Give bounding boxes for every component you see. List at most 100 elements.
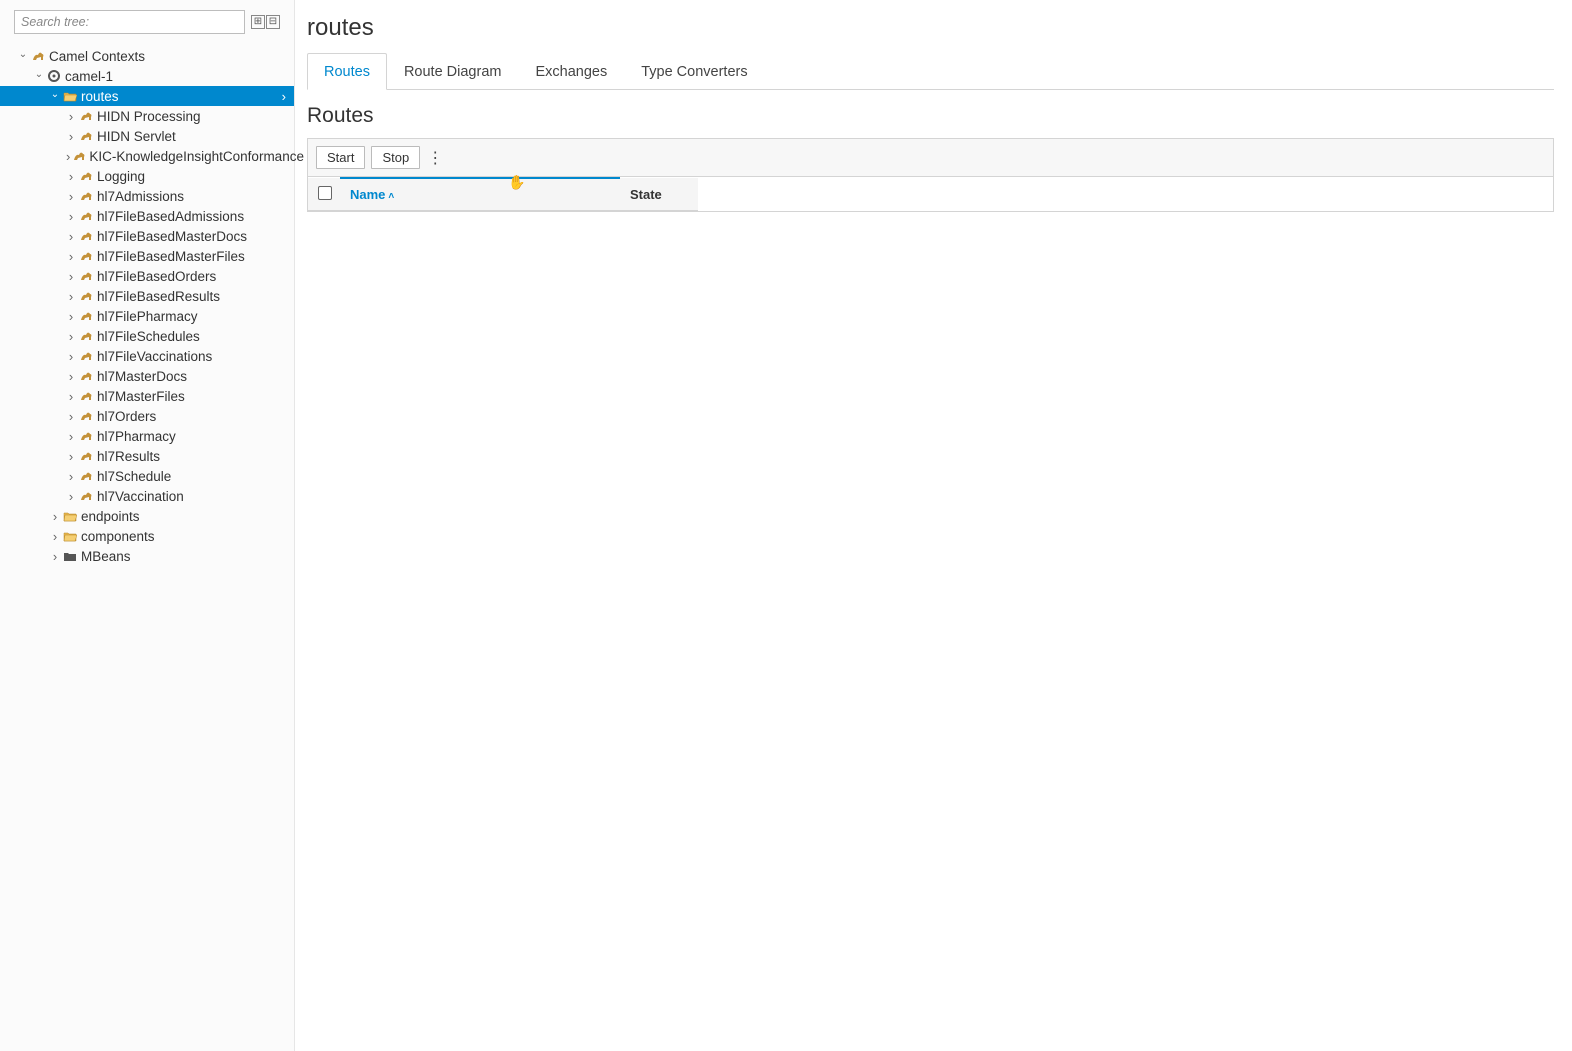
tree-node-route[interactable]: hl7Orders bbox=[0, 406, 294, 426]
tree-label: hl7FileBasedOrders bbox=[97, 269, 216, 284]
caret-icon[interactable] bbox=[66, 489, 76, 504]
tree-node-route[interactable]: hl7FileSchedules bbox=[0, 326, 294, 346]
caret-icon[interactable] bbox=[66, 169, 76, 184]
sidebar: ⊞ ⊟ Camel Contexts camel-1 routes › HIDN… bbox=[0, 0, 295, 1051]
caret-icon[interactable] bbox=[50, 91, 60, 102]
caret-icon[interactable] bbox=[66, 369, 76, 384]
tree-label: Logging bbox=[97, 169, 145, 184]
caret-icon[interactable] bbox=[66, 429, 76, 444]
tree-node-route[interactable]: hl7MasterDocs bbox=[0, 366, 294, 386]
camel-icon bbox=[30, 49, 46, 63]
caret-icon[interactable] bbox=[66, 149, 70, 164]
tree-label: hl7Pharmacy bbox=[97, 429, 176, 444]
folder-open-icon bbox=[62, 529, 78, 543]
tree-node-route[interactable]: hl7FileVaccinations bbox=[0, 346, 294, 366]
tree-label: camel-1 bbox=[65, 69, 113, 84]
tree-label: endpoints bbox=[81, 509, 140, 524]
tree-label: hl7Orders bbox=[97, 409, 156, 424]
tree-label: hl7MasterFiles bbox=[97, 389, 185, 404]
tree-node-route[interactable]: HIDN Servlet bbox=[0, 126, 294, 146]
tree-label: hl7FileVaccinations bbox=[97, 349, 212, 364]
tree-node-route[interactable]: hl7Admissions bbox=[0, 186, 294, 206]
tree-search-input[interactable] bbox=[14, 10, 245, 34]
tree-node-route[interactable]: hl7FileBasedMasterFiles bbox=[0, 246, 294, 266]
camel-icon bbox=[78, 249, 94, 263]
caret-icon[interactable] bbox=[66, 229, 76, 244]
tree-node-route[interactable]: hl7FileBasedResults bbox=[0, 286, 294, 306]
tab[interactable]: Routes bbox=[307, 53, 387, 90]
tree-node-route[interactable]: hl7Pharmacy bbox=[0, 426, 294, 446]
tree-node-route[interactable]: hl7FileBasedMasterDocs bbox=[0, 226, 294, 246]
caret-icon[interactable] bbox=[50, 549, 60, 564]
tree-node-route[interactable]: hl7FileBasedOrders bbox=[0, 266, 294, 286]
caret-icon[interactable] bbox=[18, 51, 28, 62]
camel-icon bbox=[78, 229, 94, 243]
expand-all-icon[interactable]: ⊞ bbox=[251, 15, 265, 29]
tree-node-route[interactable]: hl7MasterFiles bbox=[0, 386, 294, 406]
tabs: RoutesRoute DiagramExchangesType Convert… bbox=[307, 52, 1554, 90]
tree-node-route[interactable]: hl7FilePharmacy bbox=[0, 306, 294, 326]
camel-icon bbox=[78, 129, 94, 143]
caret-icon[interactable] bbox=[66, 189, 76, 204]
cog-icon bbox=[46, 69, 62, 83]
tab[interactable]: Type Converters bbox=[624, 53, 764, 90]
start-button[interactable]: Start bbox=[316, 146, 365, 169]
tree-node-route[interactable]: HIDN Processing bbox=[0, 106, 294, 126]
tree-node-camel-1[interactable]: camel-1 bbox=[0, 66, 294, 86]
tree-label: hl7FileBasedResults bbox=[97, 289, 220, 304]
tree-node-routes[interactable]: routes › bbox=[0, 86, 294, 106]
caret-icon[interactable] bbox=[66, 469, 76, 484]
collapse-all-icon[interactable]: ⊟ bbox=[266, 15, 280, 29]
kebab-menu-icon[interactable]: ⋮ bbox=[426, 149, 444, 167]
caret-icon[interactable] bbox=[66, 109, 76, 124]
tree: Camel Contexts camel-1 routes › HIDN Pro… bbox=[0, 42, 294, 566]
tree-label: hl7Admissions bbox=[97, 189, 184, 204]
tree-node-route[interactable]: hl7FileBasedAdmissions bbox=[0, 206, 294, 226]
tree-node[interactable]: components bbox=[0, 526, 294, 546]
folder-icon bbox=[62, 549, 78, 563]
column-header[interactable]: Name˄ bbox=[340, 178, 620, 211]
camel-icon bbox=[78, 369, 94, 383]
caret-icon[interactable] bbox=[66, 329, 76, 344]
caret-icon[interactable] bbox=[50, 509, 60, 524]
column-header[interactable]: State bbox=[620, 178, 698, 211]
camel-icon bbox=[78, 389, 94, 403]
tab[interactable]: Exchanges bbox=[518, 53, 624, 90]
tree-label: Camel Contexts bbox=[49, 49, 145, 64]
caret-icon[interactable] bbox=[66, 349, 76, 364]
tree-label: HIDN Servlet bbox=[97, 129, 176, 144]
tree-node-route[interactable]: KIC-KnowledgeInsightConformance bbox=[0, 146, 294, 166]
tree-node-camel-contexts[interactable]: Camel Contexts bbox=[0, 46, 294, 66]
main-panel: routes RoutesRoute DiagramExchangesType … bbox=[295, 0, 1572, 1051]
caret-icon[interactable] bbox=[66, 389, 76, 404]
tree-node[interactable]: endpoints bbox=[0, 506, 294, 526]
camel-icon bbox=[78, 349, 94, 363]
caret-icon[interactable] bbox=[66, 209, 76, 224]
caret-icon[interactable] bbox=[66, 269, 76, 284]
caret-icon[interactable] bbox=[50, 529, 60, 544]
tree-node-route[interactable]: Logging bbox=[0, 166, 294, 186]
caret-icon[interactable] bbox=[34, 71, 44, 82]
tree-label: hl7MasterDocs bbox=[97, 369, 187, 384]
table-container: Start Stop ⋮ Name˄State bbox=[307, 138, 1554, 212]
caret-icon[interactable] bbox=[66, 449, 76, 464]
tree-node[interactable]: MBeans bbox=[0, 546, 294, 566]
caret-icon[interactable] bbox=[66, 249, 76, 264]
camel-icon bbox=[78, 169, 94, 183]
caret-icon[interactable] bbox=[66, 409, 76, 424]
tab[interactable]: Route Diagram bbox=[387, 53, 519, 90]
caret-icon[interactable] bbox=[66, 309, 76, 324]
tree-node-route[interactable]: hl7Results bbox=[0, 446, 294, 466]
tree-label: hl7FileBasedMasterDocs bbox=[97, 229, 247, 244]
tree-label: MBeans bbox=[81, 549, 131, 564]
camel-icon bbox=[78, 489, 94, 503]
stop-button[interactable]: Stop bbox=[371, 146, 420, 169]
camel-icon bbox=[78, 289, 94, 303]
tree-label: hl7FileSchedules bbox=[97, 329, 200, 344]
tree-node-route[interactable]: hl7Schedule bbox=[0, 466, 294, 486]
tree-node-route[interactable]: hl7Vaccination bbox=[0, 486, 294, 506]
select-all-checkbox[interactable] bbox=[318, 186, 332, 200]
caret-icon[interactable] bbox=[66, 289, 76, 304]
caret-icon[interactable] bbox=[66, 129, 76, 144]
tree-label: components bbox=[81, 529, 155, 544]
